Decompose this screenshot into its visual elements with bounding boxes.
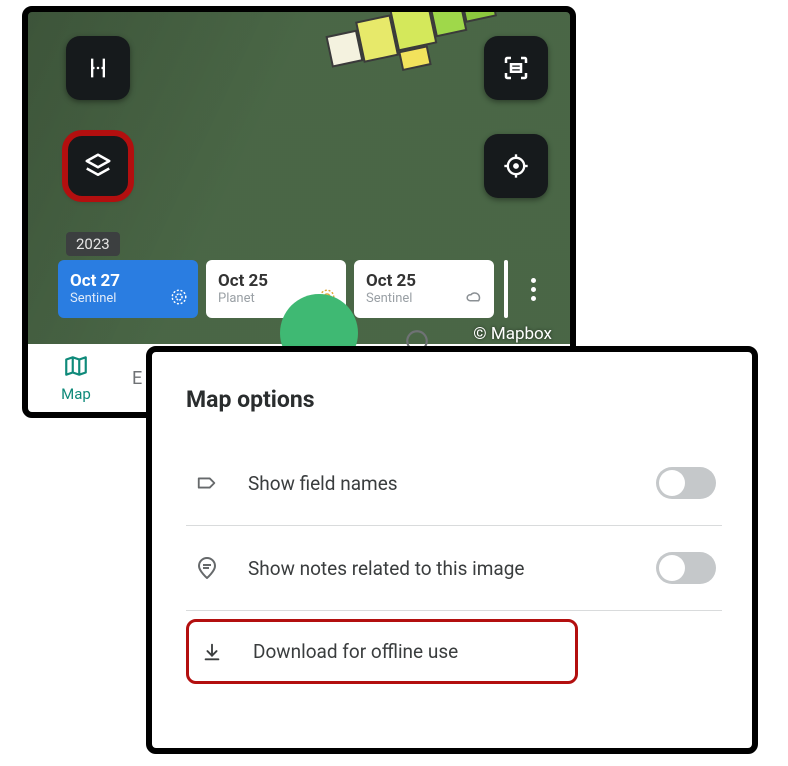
nav-map-label: Map <box>61 385 91 403</box>
option-row-download-offline[interactable]: Download for offline use <box>186 619 578 684</box>
measure-distance-button[interactable] <box>66 36 130 100</box>
map-options-panel: Map options Show field names Show notes … <box>146 346 758 754</box>
date-strip-scroll-indicator <box>504 260 508 318</box>
map-attribution: © Mapbox <box>473 324 552 344</box>
measure-distance-icon <box>84 54 112 82</box>
year-badge: 2023 <box>66 232 120 256</box>
nav-cut-label: E <box>124 368 142 389</box>
scan-map-icon <box>501 53 531 83</box>
map-options-title: Map options <box>186 386 722 413</box>
tag-icon <box>192 472 222 494</box>
layers-icon <box>83 151 113 181</box>
imagery-options-menu-button[interactable] <box>522 260 544 318</box>
imagery-date-card[interactable]: Oct 25 Sentinel <box>354 260 494 318</box>
nav-map-tab[interactable]: Map <box>28 353 124 403</box>
option-row-show-notes[interactable]: Show notes related to this image <box>186 526 722 611</box>
option-label: Download for offline use <box>253 640 563 663</box>
locate-me-button[interactable] <box>484 134 548 198</box>
imagery-date-card[interactable]: Oct 27 Sentinel <box>58 260 198 318</box>
map-icon <box>63 353 89 383</box>
option-label: Show field names <box>248 472 656 495</box>
note-pin-icon <box>192 556 222 580</box>
toggle-field-names[interactable] <box>656 467 716 499</box>
toggle-show-notes[interactable] <box>656 552 716 584</box>
download-icon <box>197 641 227 663</box>
sunny-icon <box>170 288 188 310</box>
option-label: Show notes related to this image <box>248 557 656 580</box>
layers-button[interactable] <box>66 134 130 198</box>
crosshair-icon <box>502 152 530 180</box>
scan-map-button[interactable] <box>484 36 548 100</box>
option-row-field-names[interactable]: Show field names <box>186 441 722 526</box>
cloudy-icon <box>464 288 484 310</box>
